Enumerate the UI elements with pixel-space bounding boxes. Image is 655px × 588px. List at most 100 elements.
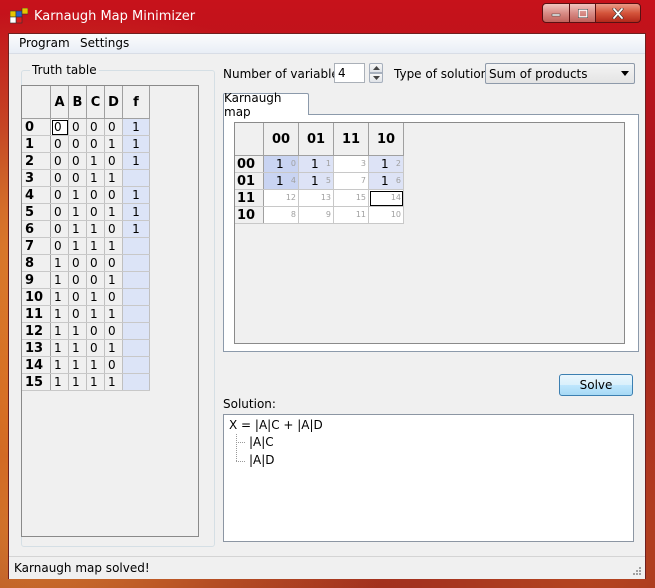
- minimize-button[interactable]: [542, 3, 570, 23]
- truth-table-cell[interactable]: 1: [86, 220, 105, 238]
- karnaugh-map-grid[interactable]: 00 01 11 10 00 1 0 1 1 3 1 2 01 1 4 1 5 7 1 6 11 12 13 15 14 10 8 9…: [234, 122, 625, 344]
- truth-table-cell[interactable]: 1: [104, 135, 123, 153]
- truth-table-cell[interactable]: 0: [68, 169, 87, 187]
- truth-table-cell[interactable]: 0: [68, 152, 87, 170]
- truth-table-f-cell[interactable]: [122, 271, 150, 289]
- karnaugh-map-cell[interactable]: 12: [263, 189, 299, 207]
- truth-table-f-cell[interactable]: 1: [122, 186, 150, 204]
- truth-table-f-cell[interactable]: [122, 356, 150, 374]
- karnaugh-map-cell[interactable]: 10: [263, 155, 299, 173]
- truth-table-cell[interactable]: 0: [86, 339, 105, 357]
- truth-table-cell[interactable]: 1: [68, 339, 87, 357]
- solution-tree[interactable]: X = |A|C + |A|D |A|C |A|D: [223, 414, 634, 542]
- truth-table-cell[interactable]: 1: [86, 169, 105, 187]
- truth-table-cell[interactable]: 1: [68, 322, 87, 340]
- solution-term[interactable]: |A|C: [249, 435, 274, 449]
- truth-table-f-cell[interactable]: [122, 237, 150, 255]
- truth-table-cell[interactable]: 0: [86, 135, 105, 153]
- truth-table-cell[interactable]: 0: [86, 254, 105, 272]
- truth-table-cell[interactable]: 0: [86, 203, 105, 221]
- truth-table-cell[interactable]: 1: [68, 373, 87, 391]
- truth-table-cell[interactable]: 0: [68, 135, 87, 153]
- truth-table-cell[interactable]: 1: [68, 356, 87, 374]
- truth-table-row-header[interactable]: 9: [22, 271, 51, 289]
- truth-table-cell[interactable]: 1: [86, 373, 105, 391]
- karnaugh-map-cell[interactable]: 15: [298, 172, 334, 190]
- truth-table-cell[interactable]: 1: [68, 186, 87, 204]
- truth-table-cell[interactable]: 1: [50, 254, 69, 272]
- truth-table-column-header[interactable]: A: [50, 86, 69, 119]
- menu-program[interactable]: Program: [19, 36, 70, 50]
- truth-table-row-header[interactable]: 2: [22, 152, 51, 170]
- truth-table-cell[interactable]: 1: [86, 152, 105, 170]
- truth-table-row-header[interactable]: 6: [22, 220, 51, 238]
- truth-table-grid[interactable]: ABCDf00000110001120010130011401001501011…: [21, 85, 199, 537]
- truth-table-cell[interactable]: 0: [104, 152, 123, 170]
- truth-table-cell[interactable]: 1: [68, 203, 87, 221]
- truth-table-row-header[interactable]: 14: [22, 356, 51, 374]
- truth-table-cell[interactable]: 0: [86, 186, 105, 204]
- truth-table-cell[interactable]: 1: [104, 237, 123, 255]
- truth-table-row-header[interactable]: 15: [22, 373, 51, 391]
- truth-table-column-header[interactable]: C: [86, 86, 105, 119]
- karnaugh-map-cell[interactable]: 11: [333, 206, 369, 224]
- truth-table-cell[interactable]: 0: [68, 271, 87, 289]
- truth-table-cell[interactable]: 0: [68, 118, 87, 136]
- truth-table-f-cell[interactable]: 1: [122, 152, 150, 170]
- truth-table-cell[interactable]: 0: [50, 118, 69, 136]
- truth-table-cell[interactable]: 1: [104, 373, 123, 391]
- karnaugh-map-cell[interactable]: 16: [368, 172, 404, 190]
- truth-table-cell[interactable]: 1: [104, 305, 123, 323]
- truth-table-cell[interactable]: 0: [50, 169, 69, 187]
- solution-term[interactable]: |A|D: [249, 453, 275, 467]
- close-button[interactable]: [595, 3, 641, 23]
- truth-table-row-header[interactable]: 12: [22, 322, 51, 340]
- truth-table-f-cell[interactable]: 1: [122, 135, 150, 153]
- truth-table-row-header[interactable]: 5: [22, 203, 51, 221]
- resize-grip-icon[interactable]: [632, 566, 642, 576]
- truth-table-row-header[interactable]: 3: [22, 169, 51, 187]
- truth-table-cell[interactable]: 1: [86, 305, 105, 323]
- truth-table-cell[interactable]: 1: [50, 339, 69, 357]
- karnaugh-map-cell[interactable]: 12: [368, 155, 404, 173]
- truth-table-cell[interactable]: 0: [104, 322, 123, 340]
- truth-table-cell[interactable]: 1: [86, 356, 105, 374]
- truth-table-cell[interactable]: 0: [104, 186, 123, 204]
- truth-table-cell[interactable]: 0: [104, 118, 123, 136]
- truth-table-cell[interactable]: 0: [50, 237, 69, 255]
- truth-table-f-cell[interactable]: 1: [122, 203, 150, 221]
- truth-table-row-header[interactable]: 11: [22, 305, 51, 323]
- karnaugh-map-cell[interactable]: 8: [263, 206, 299, 224]
- truth-table-f-cell[interactable]: 1: [122, 220, 150, 238]
- truth-table-cell[interactable]: 1: [50, 288, 69, 306]
- karnaugh-map-cell[interactable]: 9: [298, 206, 334, 224]
- truth-table-f-cell[interactable]: [122, 169, 150, 187]
- solution-type-select[interactable]: Sum of products: [485, 63, 635, 84]
- truth-table-cell[interactable]: 1: [50, 373, 69, 391]
- truth-table-f-cell[interactable]: [122, 322, 150, 340]
- truth-table-cell[interactable]: 0: [50, 152, 69, 170]
- maximize-button[interactable]: [569, 3, 596, 23]
- truth-table-cell[interactable]: 0: [50, 135, 69, 153]
- truth-table-f-cell[interactable]: [122, 305, 150, 323]
- truth-table-row-header[interactable]: 1: [22, 135, 51, 153]
- karnaugh-map-cell[interactable]: 14: [263, 172, 299, 190]
- karnaugh-map-cell[interactable]: 14: [368, 189, 404, 207]
- truth-table-f-cell[interactable]: [122, 373, 150, 391]
- truth-table-cell[interactable]: 0: [68, 288, 87, 306]
- karnaugh-map-cell[interactable]: 10: [368, 206, 404, 224]
- truth-table-row-header[interactable]: 0: [22, 118, 51, 136]
- truth-table-cell[interactable]: 0: [68, 254, 87, 272]
- truth-table-cell[interactable]: 1: [68, 220, 87, 238]
- truth-table-row-header[interactable]: 10: [22, 288, 51, 306]
- num-variables-input[interactable]: 4: [334, 63, 365, 83]
- menu-settings[interactable]: Settings: [80, 36, 129, 50]
- truth-table-f-cell[interactable]: [122, 339, 150, 357]
- truth-table-f-cell[interactable]: [122, 288, 150, 306]
- tab-karnaugh-map[interactable]: Karnaugh map: [223, 91, 309, 119]
- truth-table-cell[interactable]: 0: [86, 118, 105, 136]
- solve-button[interactable]: Solve: [559, 374, 633, 396]
- truth-table-row-header[interactable]: 13: [22, 339, 51, 357]
- karnaugh-map-cell[interactable]: 7: [333, 172, 369, 190]
- truth-table-cell[interactable]: 1: [104, 271, 123, 289]
